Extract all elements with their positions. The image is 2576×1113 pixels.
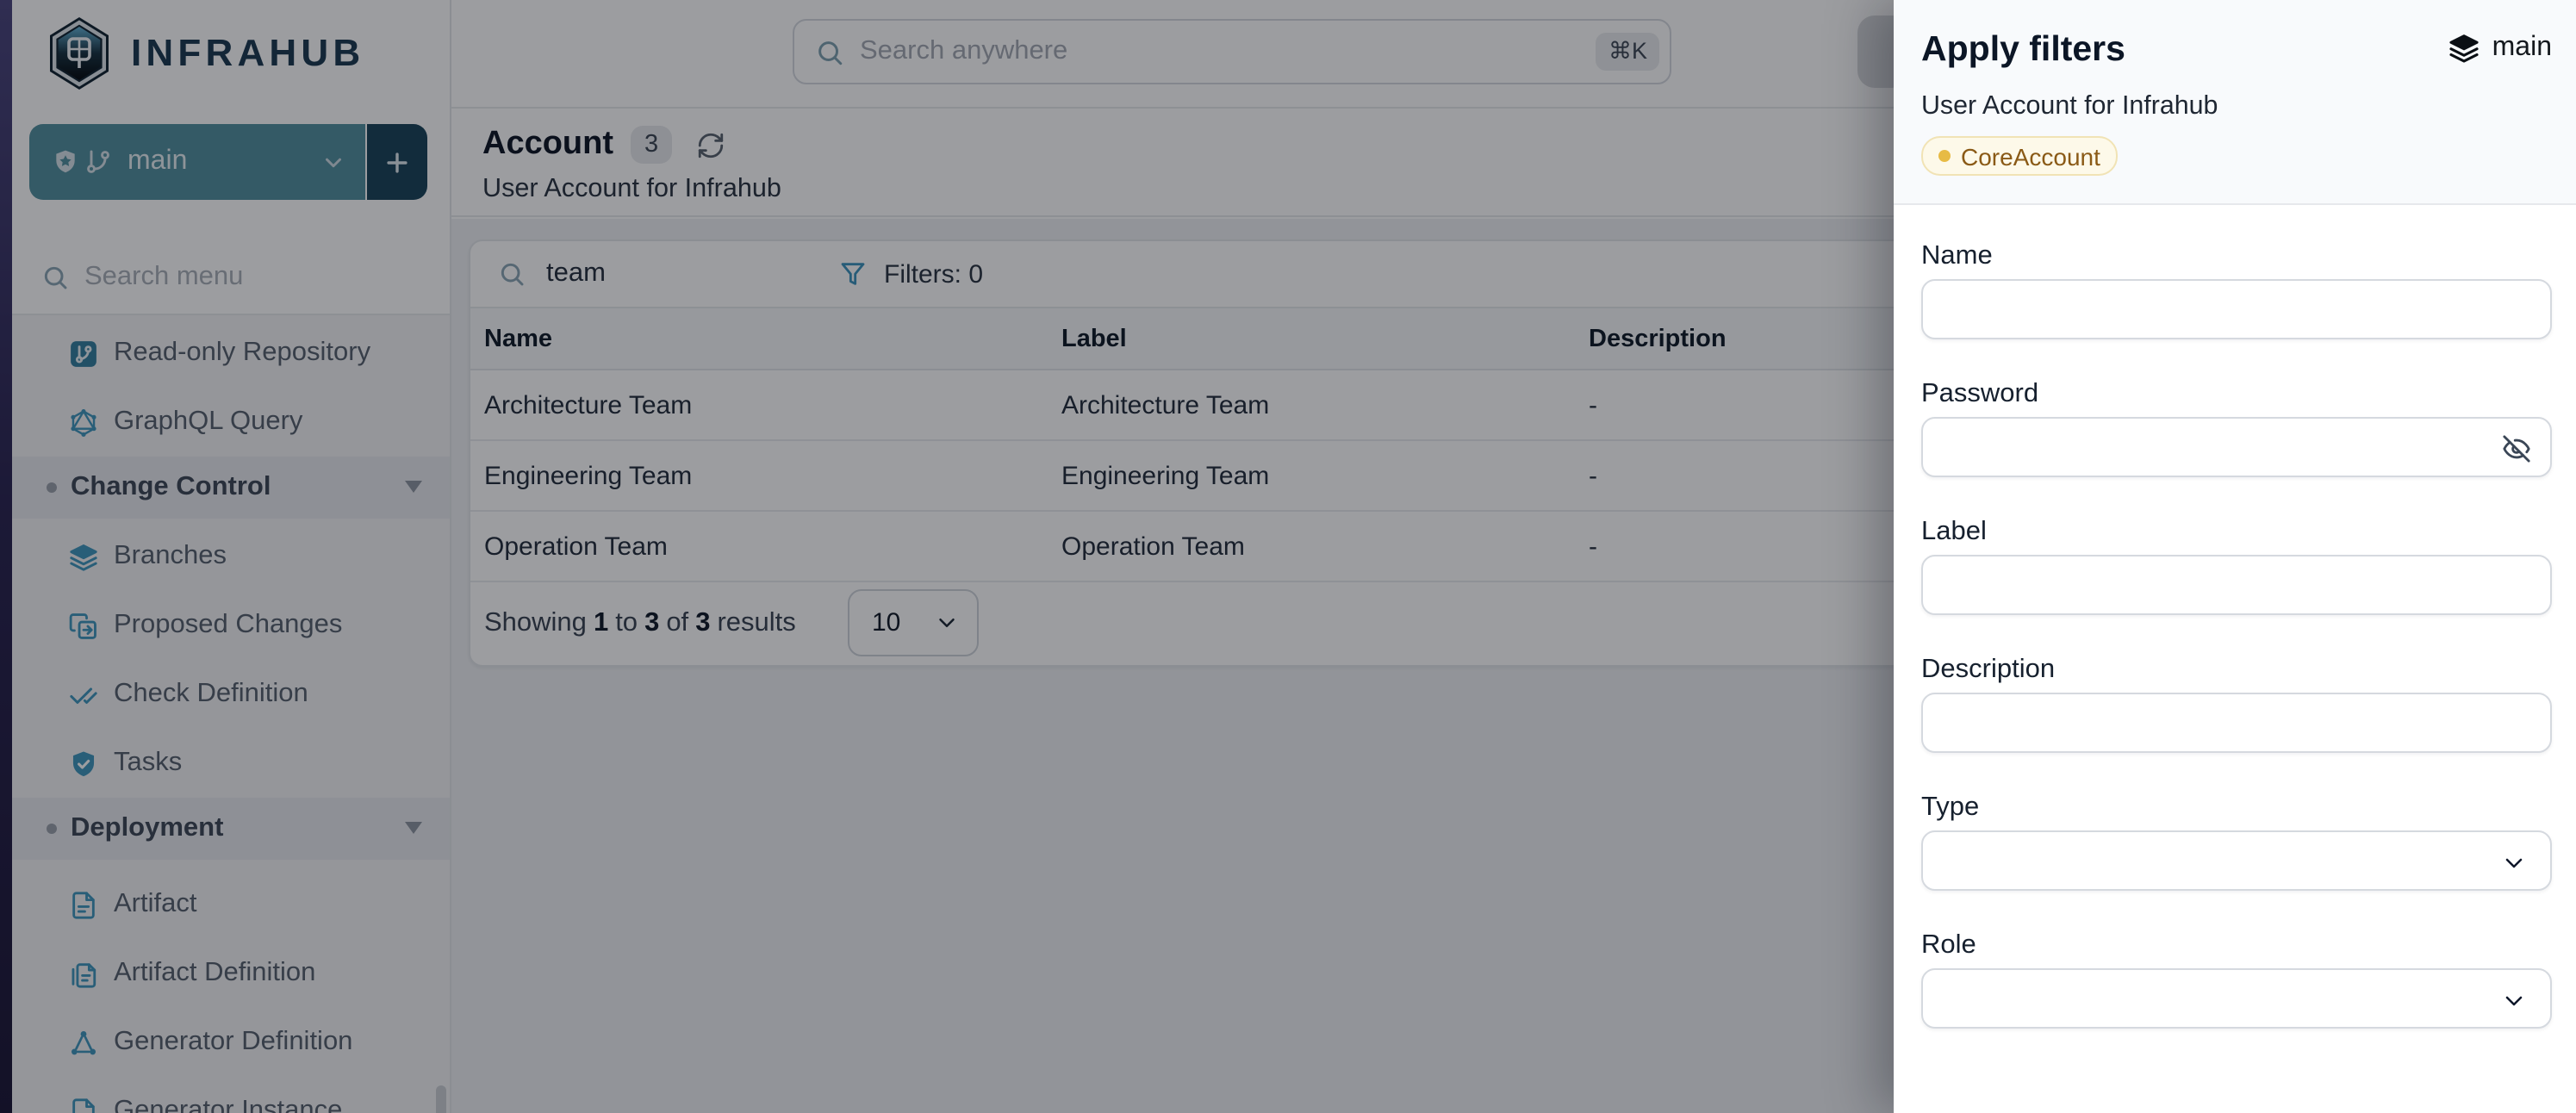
field-name: Name: [1921, 239, 2552, 339]
field-password: Password: [1921, 377, 2552, 477]
kind-badge: CoreAccount: [1921, 136, 2118, 176]
name-input[interactable]: [1923, 281, 2550, 338]
chevron-down-icon: [2500, 987, 2528, 1015]
badge-dot-icon: [1938, 150, 1951, 162]
chevron-down-icon: [2500, 849, 2528, 877]
description-input[interactable]: [1923, 694, 2550, 751]
field-role: Role: [1921, 929, 2552, 1029]
panel-branch-label: main: [2492, 33, 2552, 64]
role-select[interactable]: [1921, 968, 2552, 1029]
field-label: Label: [1921, 515, 2552, 615]
label-input[interactable]: [1923, 556, 2550, 613]
apply-filters-panel: Apply filters main User Account for Infr…: [1894, 0, 2576, 1113]
panel-subtitle: User Account for Infrahub: [1921, 91, 2552, 121]
password-input[interactable]: [1923, 419, 2550, 476]
modal-backdrop[interactable]: [0, 0, 1894, 1113]
type-select[interactable]: [1921, 830, 2552, 891]
field-type: Type: [1921, 791, 2552, 891]
layers-icon: [2449, 33, 2480, 64]
panel-header: Apply filters main User Account for Infr…: [1894, 0, 2576, 205]
infrahub-app: INFRAHUB: [0, 0, 2576, 1113]
panel-branch-indicator[interactable]: main: [2449, 33, 2552, 64]
field-description: Description: [1921, 653, 2552, 753]
eye-off-icon[interactable]: [2502, 434, 2531, 463]
